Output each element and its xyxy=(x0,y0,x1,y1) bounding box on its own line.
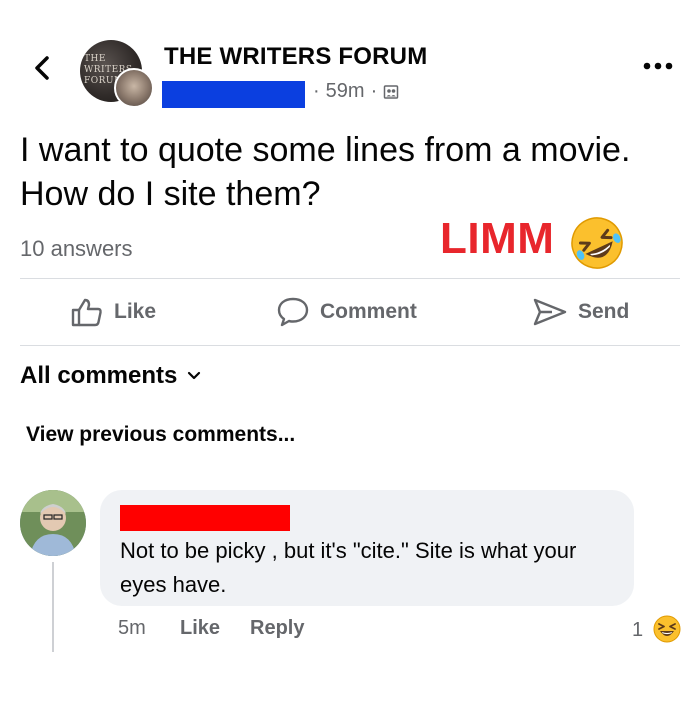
comment-bubble-icon xyxy=(277,297,309,327)
overlay-caption: LIMM xyxy=(440,214,555,263)
chevron-down-icon xyxy=(188,371,201,380)
send-label: Send xyxy=(578,300,630,323)
post-meta: · 59m · xyxy=(313,80,399,103)
post-time[interactable]: 59m xyxy=(326,80,365,103)
group-name[interactable]: THE WRITERS FORUM xyxy=(164,43,427,71)
rolling-on-floor-laughing-icon xyxy=(571,217,623,269)
like-label: Like xyxy=(114,300,157,323)
back-chevron-icon[interactable] xyxy=(28,50,56,86)
comment-time[interactable]: 5m xyxy=(118,617,146,640)
meta-separator: · xyxy=(313,80,320,102)
reaction-count[interactable]: 1 xyxy=(632,619,643,642)
meta-separator: · xyxy=(370,80,378,102)
laughing-emoji-icon[interactable] xyxy=(652,614,682,644)
thumbs-up-icon xyxy=(71,298,102,327)
ellipsis-icon[interactable] xyxy=(641,58,675,74)
commenter-avatar[interactable] xyxy=(20,490,86,556)
commenter-photo xyxy=(20,490,86,556)
comment-text: Not to be picky , but it's "cite." Site … xyxy=(120,538,577,597)
send-arrow-icon xyxy=(533,298,567,326)
view-previous-comments-link[interactable]: View previous comments... xyxy=(26,423,295,447)
thread-line xyxy=(52,562,54,652)
comment-label: Comment xyxy=(320,300,417,323)
poster-avatar[interactable] xyxy=(114,68,154,108)
post-question: I want to quote some lines from a movie.… xyxy=(20,131,631,213)
divider xyxy=(20,345,680,346)
divider xyxy=(20,278,680,279)
comment-like-button[interactable]: Like xyxy=(180,617,220,640)
group-members-icon xyxy=(384,84,399,99)
comments-filter-dropdown[interactable]: All comments xyxy=(20,362,201,390)
redacted-commenter-name xyxy=(120,505,290,531)
like-button[interactable]: Like xyxy=(70,294,156,330)
comment-reply-button[interactable]: Reply xyxy=(250,617,304,640)
send-button[interactable]: Send xyxy=(532,294,629,330)
comment-button[interactable]: Comment xyxy=(276,294,417,330)
answers-count[interactable]: 10 answers xyxy=(20,236,133,262)
redacted-poster-name xyxy=(162,81,305,108)
comments-filter-label: All comments xyxy=(20,362,178,389)
